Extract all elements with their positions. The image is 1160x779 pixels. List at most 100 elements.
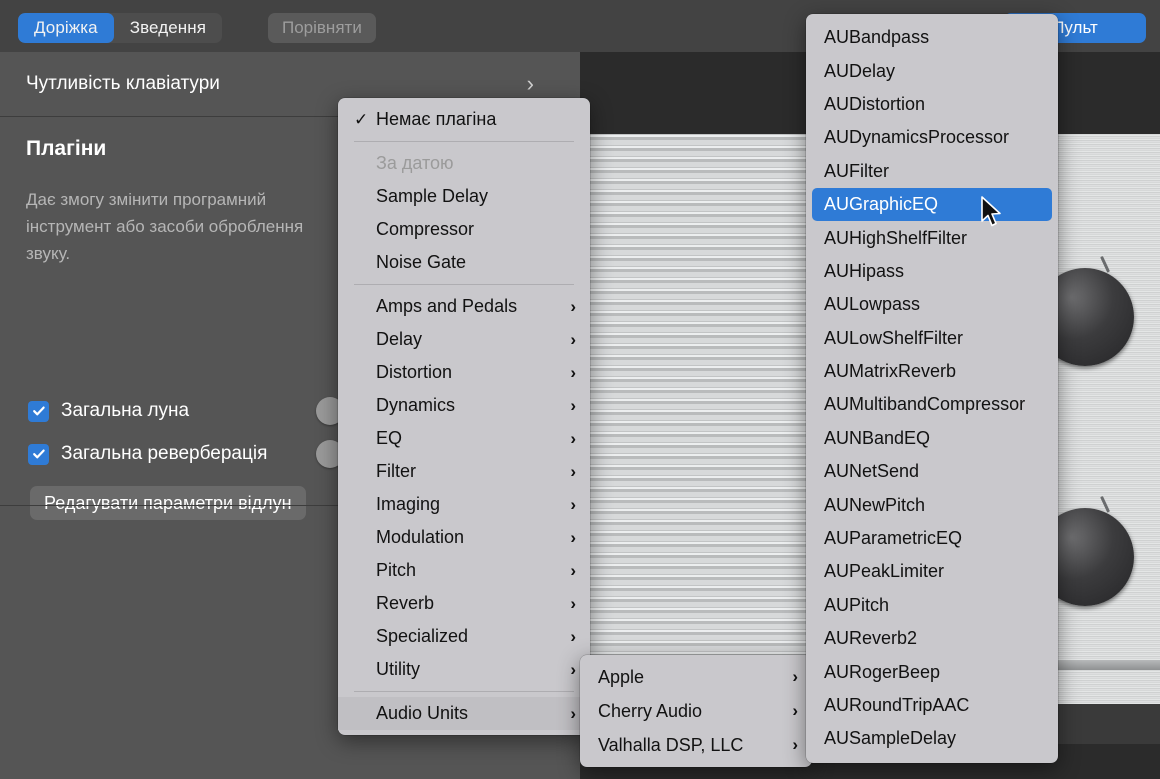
menu-item-sample-delay-label: Sample Delay [376,186,488,207]
au-item-aubandpass[interactable]: AUBandpass [806,21,1058,54]
tab-track[interactable]: Доріжка [18,13,114,43]
au-item-label: AUHipass [824,261,904,282]
au-item-label: AUFilter [824,161,889,182]
au-item-label: AURogerBeep [824,662,940,683]
menu-item-filter-label: Filter [376,461,416,482]
chevron-right-icon: › [570,594,576,614]
menu-item-modulation[interactable]: Modulation › [338,521,590,554]
plugin-context-menu[interactable]: ✓ Немає плагіна За датою Sample Delay Co… [338,98,590,735]
au-item-audistortion[interactable]: AUDistortion [806,88,1058,121]
au-item-aulowshelffilter[interactable]: AULowShelfFilter [806,322,1058,355]
chevron-right-icon: › [792,701,798,721]
au-item-aufilter[interactable]: AUFilter [806,155,1058,188]
au-item-aupitch[interactable]: AUPitch [806,589,1058,622]
menu-item-reverb[interactable]: Reverb › [338,587,590,620]
menu-header-by-date-label: За датою [376,153,454,174]
chevron-right-icon: › [527,71,534,97]
au-item-label: AULowShelfFilter [824,328,963,349]
checkbox-row-master-reverb[interactable]: Загальна реверберація [28,443,267,465]
menu-item-eq[interactable]: EQ › [338,422,590,455]
audio-units-plugin-menu[interactable]: AUBandpass AUDelay AUDistortion AUDynami… [806,14,1058,763]
au-item-augraphiceq[interactable]: AUGraphicEQ [812,188,1052,221]
au-item-aunbandeq[interactable]: AUNBandEQ [806,422,1058,455]
menu-item-apple[interactable]: Apple › [580,660,812,694]
au-item-label: AUHighShelfFilter [824,228,967,249]
au-item-label: AUNetSend [824,461,919,482]
menu-header-by-date: За датою [338,147,590,180]
chevron-right-icon: › [792,667,798,687]
au-item-aureverb2[interactable]: AUReverb2 [806,622,1058,655]
menu-item-compressor[interactable]: Compressor [338,213,590,246]
menu-item-pitch[interactable]: Pitch › [338,554,590,587]
menu-item-utility[interactable]: Utility › [338,653,590,686]
view-mode-segmented-control[interactable]: Доріжка Зведення [18,13,222,43]
au-item-label: AUReverb2 [824,628,917,649]
au-item-label: AUSampleDelay [824,728,956,749]
menu-item-imaging[interactable]: Imaging › [338,488,590,521]
menu-item-valhalla-dsp-label: Valhalla DSP, LLC [598,735,743,756]
chevron-right-icon: › [792,735,798,755]
au-item-aurogerbeep[interactable]: AURogerBeep [806,655,1058,688]
au-item-audynamicsprocessor[interactable]: AUDynamicsProcessor [806,121,1058,154]
au-item-aumultibandcompressor[interactable]: AUMultibandCompressor [806,388,1058,421]
menu-item-no-plugin-label: Немає плагіна [376,109,496,130]
au-item-label: AUPitch [824,595,889,616]
au-item-label: AUDelay [824,61,895,82]
au-item-auhighshelffilter[interactable]: AUHighShelfFilter [806,221,1058,254]
au-item-aupeaklimiter[interactable]: AUPeakLimiter [806,555,1058,588]
menu-item-delay[interactable]: Delay › [338,323,590,356]
menu-item-cherry-audio-label: Cherry Audio [598,701,702,722]
chevron-right-icon: › [570,297,576,317]
manufacturer-submenu[interactable]: Apple › Cherry Audio › Valhalla DSP, LLC… [580,655,812,767]
menu-item-reverb-label: Reverb [376,593,434,614]
chevron-right-icon: › [570,495,576,515]
menu-item-compressor-label: Compressor [376,219,474,240]
checkbox-master-reverb[interactable] [28,444,49,465]
edit-echo-parameters-button[interactable]: Редагувати параметри відлун [30,486,306,520]
au-item-aunetsend[interactable]: AUNetSend [806,455,1058,488]
au-item-auhipass[interactable]: AUHipass [806,255,1058,288]
au-item-audelay[interactable]: AUDelay [806,54,1058,87]
menu-item-distortion-label: Distortion [376,362,452,383]
checkbox-master-echo[interactable] [28,401,49,422]
chevron-right-icon: › [570,528,576,548]
menu-item-noise-gate[interactable]: Noise Gate [338,246,590,279]
au-item-label: AUPeakLimiter [824,561,944,582]
au-item-aunewpitch[interactable]: AUNewPitch [806,488,1058,521]
menu-item-cherry-audio[interactable]: Cherry Audio › [580,694,812,728]
au-item-aulowpass[interactable]: AULowpass [806,288,1058,321]
screen-root: Доріжка Зведення Порівняти Пульт Чутливі… [0,0,1160,779]
checkbox-row-master-echo[interactable]: Загальна луна [28,400,189,422]
au-item-label: AUNBandEQ [824,428,930,449]
menu-item-audio-units[interactable]: Audio Units › [338,697,590,730]
tab-mix[interactable]: Зведення [114,13,222,43]
menu-item-dynamics[interactable]: Dynamics › [338,389,590,422]
menu-separator [354,284,574,285]
menu-item-valhalla-dsp[interactable]: Valhalla DSP, LLC › [580,728,812,762]
au-item-aumatrixreverb[interactable]: AUMatrixReverb [806,355,1058,388]
menu-item-sample-delay[interactable]: Sample Delay [338,180,590,213]
checkbox-master-echo-label: Загальна луна [61,400,189,422]
chevron-right-icon: › [570,363,576,383]
menu-item-delay-label: Delay [376,329,422,350]
au-item-ausampledelay[interactable]: AUSampleDelay [806,722,1058,755]
au-item-label: AUGraphicEQ [824,194,938,215]
menu-item-dynamics-label: Dynamics [376,395,455,416]
chevron-right-icon: › [570,330,576,350]
menu-item-filter[interactable]: Filter › [338,455,590,488]
au-item-auparametriceq[interactable]: AUParametricEQ [806,522,1058,555]
chevron-right-icon: › [570,396,576,416]
compare-button[interactable]: Порівняти [268,13,376,43]
menu-separator [354,691,574,692]
instrument-divider-strip [1040,660,1160,670]
menu-item-no-plugin[interactable]: ✓ Немає плагіна [338,103,590,136]
menu-item-imaging-label: Imaging [376,494,440,515]
au-item-auroundtripaac[interactable]: AURoundTripAAC [806,689,1058,722]
au-item-label: AUBandpass [824,27,929,48]
menu-item-amps-and-pedals[interactable]: Amps and Pedals › [338,290,590,323]
au-item-label: AUMultibandCompressor [824,394,1025,415]
menu-item-utility-label: Utility [376,659,420,680]
menu-item-specialized[interactable]: Specialized › [338,620,590,653]
menu-item-distortion[interactable]: Distortion › [338,356,590,389]
chevron-right-icon: › [570,627,576,647]
